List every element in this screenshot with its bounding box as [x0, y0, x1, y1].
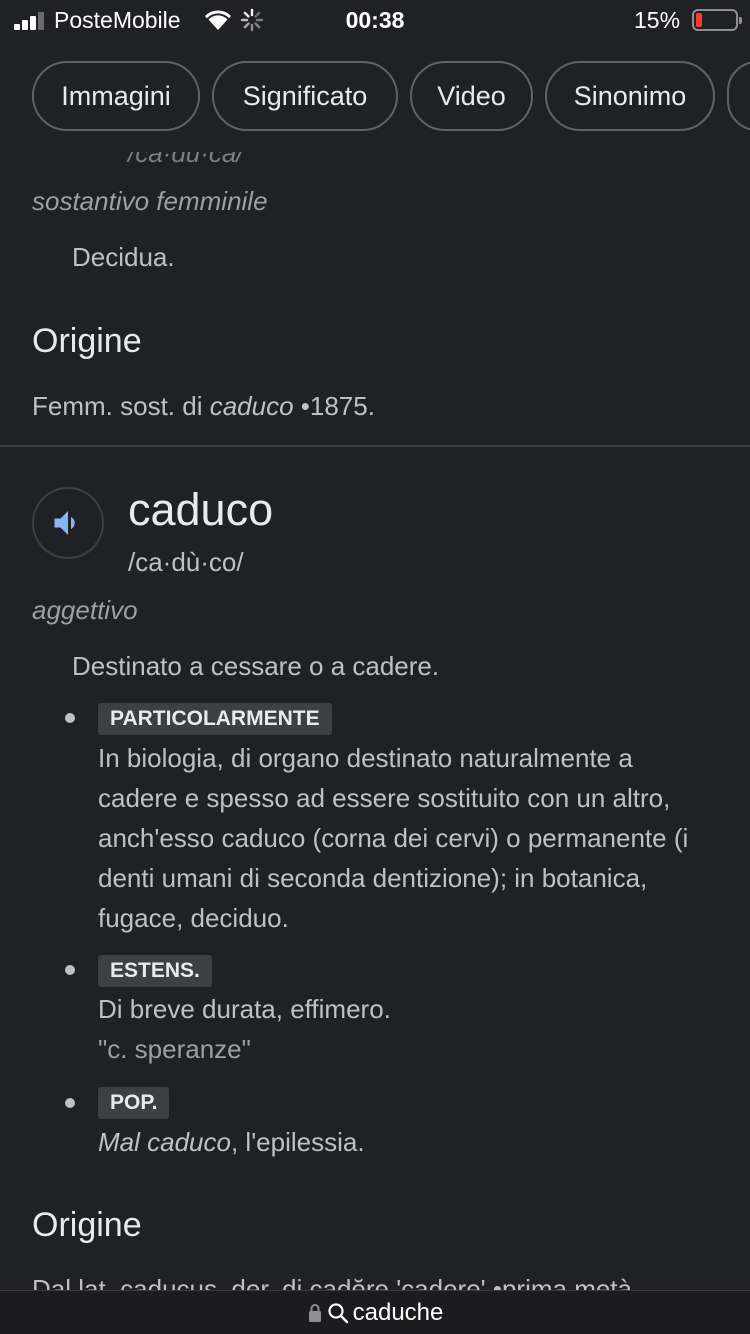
prev-part-of-speech: sostantivo femminile: [32, 186, 268, 216]
sense-text-rest: , l'epilessia.: [230, 1127, 365, 1157]
entry-word: caduco: [128, 484, 274, 535]
entry-pronunciation: /ca·dù·co/: [128, 547, 244, 577]
sense-tag: ESTENS.: [98, 955, 212, 987]
prev-origin-prefix: Femm. sost. di: [32, 391, 210, 421]
sense-text: Di breve durata, effimero.: [98, 994, 391, 1024]
sense-text: In biologia, di organo destinato natural…: [98, 743, 689, 933]
chip-significato[interactable]: Significato: [212, 61, 398, 131]
chip-sinonimo[interactable]: Sinonimo: [545, 61, 715, 131]
status-bar: PosteMobile 00:38 15%: [0, 0, 750, 40]
prev-definition: Decidua.: [72, 242, 175, 272]
chip-video[interactable]: Video: [410, 61, 533, 131]
battery-level-fill: [696, 13, 702, 27]
chip-partial[interactable]: [727, 61, 750, 131]
battery-icon: [692, 9, 742, 31]
sense-bullet: [65, 965, 75, 975]
sense-text: Mal caduco, l'epilessia.: [98, 1122, 698, 1162]
search-chips-row: Immagini Significato Video Sinonimo: [0, 40, 750, 152]
url-text: caduche: [352, 1298, 444, 1326]
browser-url-bar[interactable]: caduche: [0, 1290, 750, 1334]
sense-bullet: [65, 713, 75, 723]
search-icon: [328, 1302, 348, 1323]
sense-tag: PARTICOLARMENTE: [98, 703, 332, 735]
sense-tag: POP.: [98, 1087, 170, 1119]
prev-origin-word[interactable]: caduco: [210, 391, 294, 421]
entry-origin-heading: Origine: [32, 1206, 142, 1244]
sense-text-italic: Mal caduco: [98, 1127, 231, 1157]
pronunciation-speaker-button[interactable]: [32, 487, 104, 559]
entry-divider: [0, 445, 750, 447]
prev-origin-heading: Origine: [32, 322, 142, 360]
prev-origin-suffix: •1875.: [293, 391, 375, 421]
sense-bullet: [65, 1098, 75, 1108]
entry-part-of-speech: aggettivo: [32, 595, 138, 625]
dictionary-content: /ca·du·ca/ sostantivo femminile Decidua.…: [0, 0, 750, 1334]
prev-origin-text: Femm. sost. di caduco •1875.: [32, 391, 375, 422]
chip-immagini[interactable]: Immagini: [32, 61, 200, 131]
entry-definition: Destinato a cessare o a cadere.: [72, 651, 440, 681]
lock-icon: [308, 1303, 321, 1322]
speaker-icon: [54, 511, 75, 535]
battery-percent: 15%: [634, 7, 681, 33]
sense-example: "c. speranze": [98, 1034, 251, 1064]
